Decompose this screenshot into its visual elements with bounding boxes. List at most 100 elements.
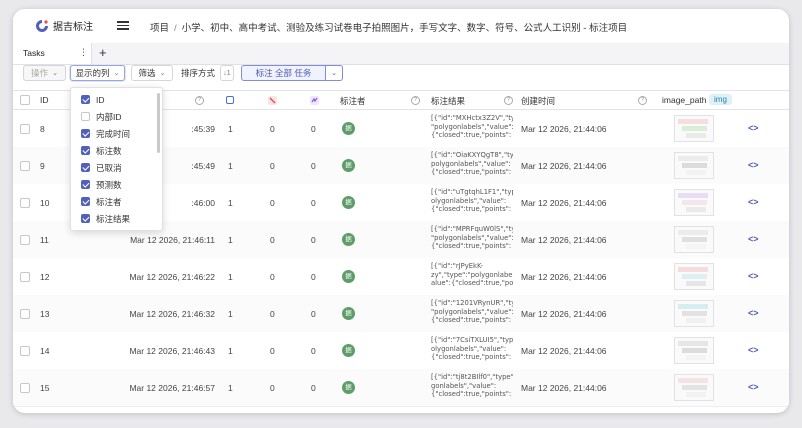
column-option-checkbox[interactable] <box>81 180 90 189</box>
task-id: 14 <box>40 346 50 356</box>
column-option-label: 完成时间 <box>96 128 131 139</box>
column-option-checkbox[interactable] <box>81 214 90 223</box>
column-option[interactable]: 标注ID <box>71 227 155 230</box>
row-checkbox[interactable] <box>20 346 30 356</box>
column-option-checkbox[interactable] <box>81 163 90 172</box>
annotation-result: [{"id":"rJPyEkK- zy","type":"polygonlabe… <box>431 262 513 288</box>
app-logo[interactable]: 据吉标注 <box>35 18 93 33</box>
column-option[interactable]: 完成时间 <box>71 125 155 142</box>
dropdown-scrollbar[interactable] <box>157 93 160 153</box>
row-checkbox[interactable] <box>20 161 30 171</box>
created-time: Mar 12 2026, 21:44:06 <box>521 124 607 134</box>
completed-time: :45:39 <box>191 124 215 134</box>
image-thumbnail[interactable] <box>674 226 714 253</box>
column-option-checkbox[interactable] <box>81 146 90 155</box>
created-time: Mar 12 2026, 21:44:06 <box>521 272 607 282</box>
annotation-result: [{"id":"OiaKXYQgT8","type":" polygonlabe… <box>431 151 513 177</box>
image-thumbnail[interactable] <box>674 337 714 364</box>
select-all-checkbox[interactable] <box>20 95 30 105</box>
code-icon[interactable]: <> <box>748 345 759 355</box>
help-icon[interactable]: ? <box>195 96 204 105</box>
annotation-result: [{"id":"7CsiTXLUI5","type":"p olygonlabe… <box>431 336 513 362</box>
filter-button[interactable]: 筛选 ⌄ <box>131 65 173 81</box>
predictions-count: 0 <box>311 161 316 171</box>
annotator-avatar[interactable]: 据 <box>342 344 355 357</box>
help-icon[interactable]: ? <box>411 96 420 105</box>
column-option-label: 预测数 <box>96 179 122 190</box>
column-option-checkbox[interactable] <box>81 129 90 138</box>
image-type-badge: img <box>709 94 732 105</box>
task-id: 15 <box>40 383 50 393</box>
thumbnail-content <box>678 156 708 161</box>
annotator-avatar[interactable]: 据 <box>342 122 355 135</box>
annotations-count: 1 <box>228 383 233 393</box>
image-thumbnail[interactable] <box>674 374 714 401</box>
label-all-tasks-button[interactable]: 标注 全部 任务 <box>241 65 326 81</box>
label-options-button[interactable]: ⌄ <box>326 65 343 81</box>
column-option[interactable]: 标注结果 <box>71 210 155 227</box>
code-icon[interactable]: <> <box>748 271 759 281</box>
annotations-count-icon <box>226 96 234 104</box>
code-icon[interactable]: <> <box>748 160 759 170</box>
row-checkbox[interactable] <box>20 198 30 208</box>
image-thumbnail[interactable] <box>674 152 714 179</box>
header-image-path[interactable]: image_path <box>662 95 706 105</box>
annotator-avatar[interactable]: 据 <box>342 233 355 246</box>
row-checkbox[interactable] <box>20 383 30 393</box>
row-checkbox[interactable] <box>20 309 30 319</box>
row-checkbox[interactable] <box>20 272 30 282</box>
sort-direction-icon[interactable]: ↓1 <box>220 65 234 81</box>
annotation-result: [{"id":"MXHctx3Z2V","type": "polygonlabe… <box>431 114 513 140</box>
annotations-count: 1 <box>228 198 233 208</box>
header-id[interactable]: ID <box>40 95 49 105</box>
column-option[interactable]: 标注数 <box>71 142 155 159</box>
code-icon[interactable]: <> <box>748 308 759 318</box>
column-option[interactable]: 标注者 <box>71 193 155 210</box>
code-icon[interactable]: <> <box>748 123 759 133</box>
header-created[interactable]: 创建时间 <box>521 95 555 107</box>
predictions-count: 0 <box>311 272 316 282</box>
header-annotators[interactable]: 标注者 <box>340 95 366 107</box>
row-checkbox[interactable] <box>20 124 30 134</box>
annotator-avatar[interactable]: 据 <box>342 159 355 172</box>
annotator-avatar[interactable]: 据 <box>342 381 355 394</box>
annotator-avatar[interactable]: 据 <box>342 307 355 320</box>
row-checkbox[interactable] <box>20 235 30 245</box>
app-title: 据吉标注 <box>53 22 93 33</box>
cancelled-count: 0 <box>270 272 275 282</box>
table-row[interactable]: 14 Mar 12 2026, 21:46:43 1 0 0 据 [{"id":"7CsiT… <box>13 332 789 370</box>
annotations-count: 1 <box>228 161 233 171</box>
code-icon[interactable]: <> <box>748 197 759 207</box>
column-option[interactable]: ID <box>71 91 155 108</box>
code-icon[interactable]: <> <box>748 382 759 392</box>
breadcrumb-project[interactable]: 项目 <box>150 23 169 34</box>
column-option-checkbox[interactable] <box>81 197 90 206</box>
column-option[interactable]: 内部ID <box>71 108 155 125</box>
annotator-avatar[interactable]: 据 <box>342 196 355 209</box>
annotator-avatar[interactable]: 据 <box>342 270 355 283</box>
completed-time: :45:49 <box>191 161 215 171</box>
tab-menu-icon[interactable]: ⋮ <box>79 47 88 58</box>
code-icon[interactable]: <> <box>748 234 759 244</box>
column-option[interactable]: 预测数 <box>71 176 155 193</box>
column-option-checkbox[interactable] <box>81 112 90 121</box>
sort-button[interactable]: 排序方式 <box>178 65 218 81</box>
columns-button[interactable]: 显示的列 ⌄ <box>70 65 125 81</box>
thumbnail-content <box>682 163 707 168</box>
header-results[interactable]: 标注结果 <box>431 95 465 107</box>
menu-icon[interactable] <box>117 19 129 31</box>
table-row[interactable]: 12 Mar 12 2026, 21:46:22 1 0 0 据 [{"id":"rJPyE… <box>13 258 789 296</box>
image-thumbnail[interactable] <box>674 115 714 142</box>
help-icon[interactable]: ? <box>504 96 513 105</box>
table-row[interactable]: 15 Mar 12 2026, 21:46:57 1 0 0 据 [{"id":"tj8t2… <box>13 369 789 407</box>
help-icon[interactable]: ? <box>638 96 647 105</box>
add-tab-button[interactable]: + <box>99 45 107 60</box>
column-option-checkbox[interactable] <box>81 95 90 104</box>
column-option[interactable]: 已取消 <box>71 159 155 176</box>
actions-button[interactable]: 操作 ⌄ <box>23 65 66 81</box>
image-thumbnail[interactable] <box>674 189 714 216</box>
image-thumbnail[interactable] <box>674 263 714 290</box>
image-thumbnail[interactable] <box>674 300 714 327</box>
table-row[interactable]: 13 Mar 12 2026, 21:46:32 1 0 0 据 [{"id":"1201V… <box>13 295 789 333</box>
tab-tasks[interactable]: Tasks ⋮ <box>13 43 92 64</box>
